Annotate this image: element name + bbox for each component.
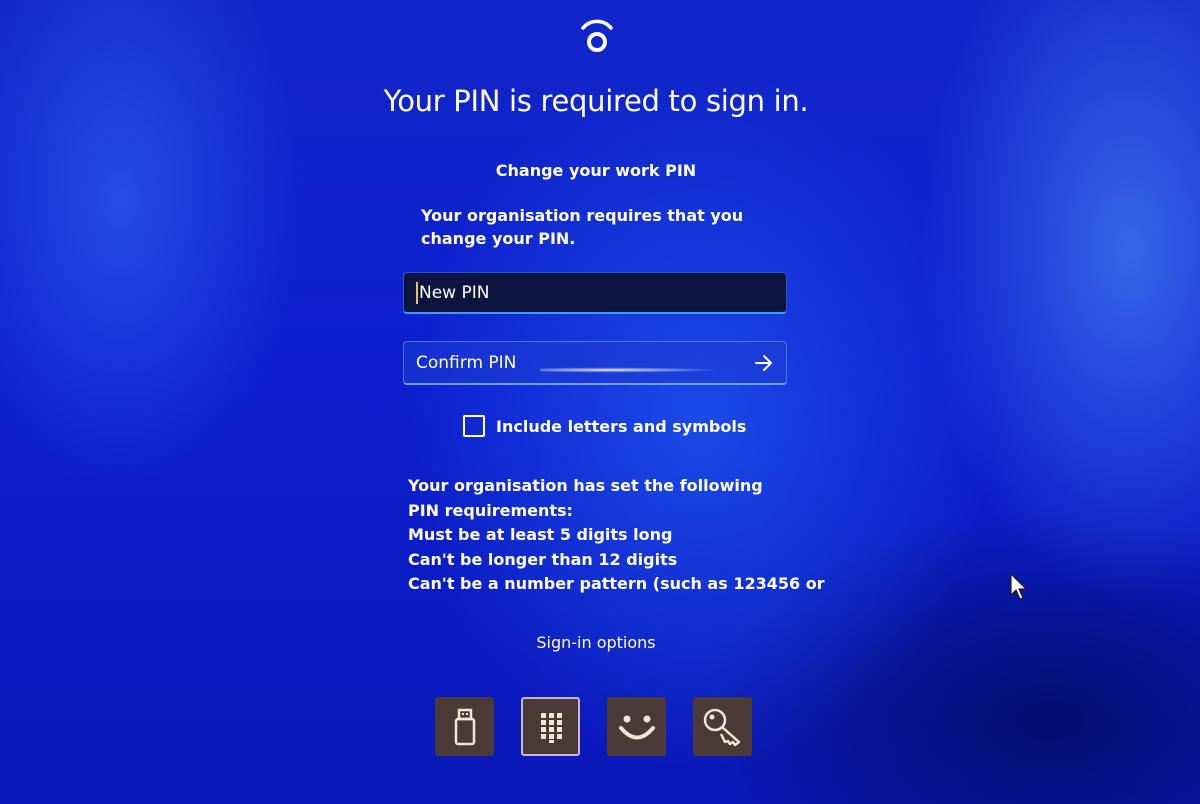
security-key-option[interactable] — [435, 697, 494, 756]
include-letters-label: Include letters and symbols — [496, 416, 747, 436]
include-letters-option[interactable]: Include letters and symbols — [463, 415, 746, 437]
keypad-dot — [540, 726, 546, 732]
include-letters-checkbox[interactable] — [463, 415, 485, 437]
requirement-item: Can't be longer than 12 digits — [408, 549, 678, 569]
confirm-pin-placeholder: Confirm PIN — [416, 352, 517, 373]
password-option[interactable] — [693, 697, 752, 756]
requirement-item: Must be at least 5 digits long — [408, 525, 673, 544]
keypad-dot — [548, 726, 554, 732]
facial-recognition-option[interactable] — [607, 697, 666, 756]
keypad-dot — [556, 712, 562, 718]
sign-in-options-list — [435, 697, 752, 756]
page-title: Your PIN is required to sign in. — [383, 84, 809, 118]
dialog-subtitle: Change your work PIN — [495, 161, 697, 180]
keypad-dot — [556, 719, 562, 725]
new-pin-placeholder: New PIN — [419, 282, 490, 303]
dialog-description: Your organisation requires that you chan… — [421, 206, 744, 248]
keypad-icon — [540, 712, 562, 743]
text-caret — [416, 281, 418, 304]
keypad-dot — [556, 733, 562, 739]
key-icon — [703, 708, 740, 746]
sign-in-options-link[interactable]: Sign-in options — [0, 633, 1192, 652]
confirm-pin-input[interactable]: Confirm PIN — [403, 341, 787, 385]
pin-option[interactable] — [521, 697, 580, 756]
mouse-pointer-icon — [1010, 573, 1028, 600]
screen-glare — [540, 367, 740, 373]
pin-requirements: Your organisation has set the following … — [408, 474, 825, 597]
keypad-dot — [548, 733, 554, 739]
keypad-dot — [548, 719, 554, 725]
keypad-dot — [548, 739, 554, 743]
keypad-dot — [540, 733, 546, 739]
keypad-dot — [556, 726, 562, 732]
smiley-face-icon — [618, 715, 655, 739]
keypad-dot — [540, 712, 546, 718]
usb-key-icon — [454, 708, 475, 745]
presence-sensor-icon — [581, 19, 613, 52]
keypad-dot — [540, 719, 546, 725]
new-pin-input[interactable]: New PIN — [403, 272, 787, 314]
arrow-right-icon[interactable] — [754, 354, 774, 372]
keypad-dot — [548, 712, 554, 718]
requirement-item: Can't be a number pattern (such as 12345… — [408, 574, 825, 593]
requirements-intro: Your organisation has set the following … — [408, 476, 763, 520]
